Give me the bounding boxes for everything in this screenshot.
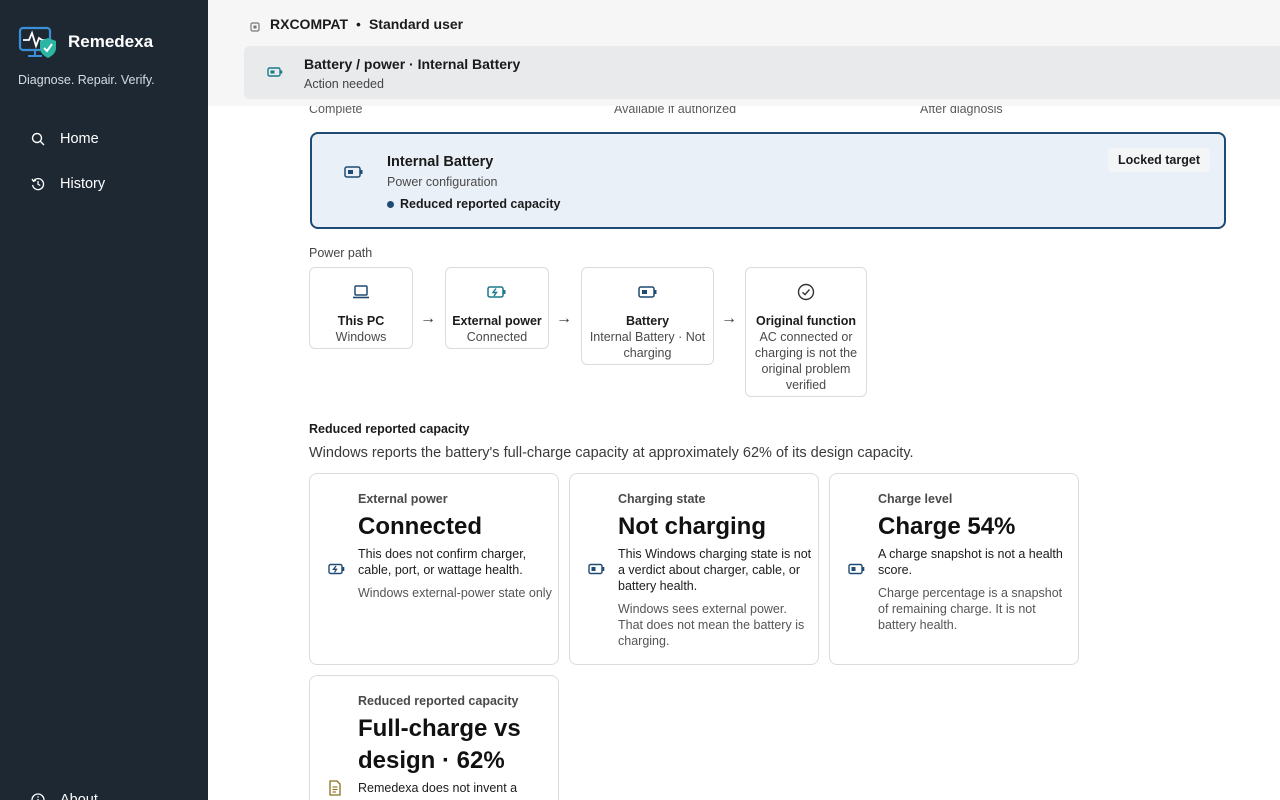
laptop-icon: [310, 280, 412, 304]
battery-icon: [582, 280, 713, 304]
step-status-3: After diagnosis: [920, 106, 1003, 116]
metric-value: Connected: [358, 513, 483, 540]
power-node-title: Original function: [756, 314, 856, 328]
sidebar-item-about[interactable]: About: [18, 782, 194, 800]
target-card[interactable]: Internal Battery Power configuration Red…: [310, 132, 1226, 229]
target-status-label: Reduced reported capacity: [400, 197, 561, 211]
metric-value: Full-charge vs design · 62%: [358, 715, 521, 774]
power-node-original-function[interactable]: Original function AC connected or chargi…: [745, 267, 867, 397]
main-content: Complete Available if authorized After d…: [208, 106, 1280, 800]
metric-description: Remedexa does not invent a: [358, 781, 518, 795]
check-circle-icon: [746, 280, 866, 304]
arrow-right-icon: →: [420, 310, 436, 327]
app-name: Remedexa: [68, 32, 154, 51]
arrow-right-icon: →: [721, 310, 737, 327]
power-node-this-pc[interactable]: This PC Windows: [309, 267, 413, 349]
step-status-2: Available if authorized: [614, 106, 737, 116]
metric-card-reduced-capacity[interactable]: Reduced reported capacity Full-charge vs…: [309, 675, 559, 800]
power-node-sub: Internal Battery · Not charging: [589, 330, 706, 360]
metric-value: Charge 54%: [878, 513, 1016, 540]
capacity-section-title: Reduced reported capacity: [309, 422, 470, 436]
battery-charging-icon: [446, 280, 548, 304]
issue-banner: Battery / power · Internal Battery Actio…: [244, 46, 1280, 99]
metric-label: Charging state: [618, 492, 706, 506]
metric-label: Reduced reported capacity: [358, 694, 519, 708]
power-node-title: External power: [452, 314, 542, 328]
metric-description: This Windows charging state is not a ver…: [618, 547, 812, 593]
metric-description: A charge snapshot is not a health score.: [878, 547, 1063, 577]
status-dot: [387, 200, 394, 208]
banner-title: Battery / power · Internal Battery: [304, 56, 521, 72]
battery-charging-icon: [328, 562, 346, 576]
power-node-title: This PC: [337, 314, 385, 328]
step-status-1: Complete: [309, 106, 363, 116]
locked-target-badge: Locked target: [1108, 148, 1210, 172]
target-status: Reduced reported capacity: [387, 197, 560, 211]
user-role: Standard user: [368, 16, 464, 32]
battery-icon: [267, 65, 283, 83]
metric-card-external-power[interactable]: External power Connected This does not c…: [309, 473, 559, 665]
target-name: Internal Battery: [387, 154, 494, 170]
search-icon: [30, 131, 46, 147]
metric-description: This does not confirm charger, cable, po…: [358, 547, 527, 577]
power-node-sub: Windows: [335, 330, 387, 344]
banner-status: Action needed: [304, 77, 384, 91]
battery-icon: [334, 154, 374, 190]
chip-icon: [250, 19, 260, 32]
machine-name: RXCOMPAT: [270, 16, 349, 32]
metric-label: External power: [358, 492, 448, 506]
arrow-right-icon: →: [556, 310, 572, 327]
battery-icon: [588, 562, 606, 576]
metric-note: Windows external-power state only: [358, 586, 552, 600]
metric-card-charge-level[interactable]: Charge level Charge 54% A charge snapsho…: [829, 473, 1079, 665]
metric-note: Windows sees external power. That does n…: [618, 602, 805, 648]
metric-value: Not charging: [618, 513, 766, 540]
power-node-battery[interactable]: Battery Internal Battery · Not charging: [581, 267, 714, 365]
app-tagline: Diagnose. Repair. Verify.: [18, 73, 155, 87]
capacity-description: Windows reports the battery's full-charg…: [309, 445, 914, 461]
top-bar: RXCOMPAT • Standard user Battery / power…: [208, 0, 1280, 106]
sidebar-item-label: About: [60, 792, 98, 800]
battery-icon: [848, 562, 866, 576]
power-node-sub: AC connected or charging is not the orig…: [754, 330, 858, 392]
brand: Remedexa: [18, 26, 153, 58]
metric-note: Charge percentage is a snapshot of remai…: [878, 586, 1063, 632]
history-icon: [30, 176, 46, 192]
sidebar-item-home[interactable]: Home: [18, 121, 194, 157]
power-node-sub: Connected: [466, 330, 528, 344]
power-path-label: Power path: [309, 246, 373, 260]
target-category: Power configuration: [387, 175, 498, 189]
metric-label: Charge level: [878, 492, 953, 506]
sidebar-item-label: Home: [60, 131, 99, 147]
power-node-external[interactable]: External power Connected: [445, 267, 549, 349]
app-logo-icon: [18, 26, 58, 58]
metric-card-charging-state[interactable]: Charging state Not charging This Windows…: [569, 473, 819, 665]
separator: •: [356, 16, 361, 32]
info-icon: [30, 792, 46, 800]
sidebar: Remedexa Diagnose. Repair. Verify. Home …: [0, 0, 208, 800]
sidebar-item-label: History: [60, 176, 106, 192]
machine-info: RXCOMPAT • Standard user: [250, 16, 463, 32]
sidebar-item-history[interactable]: History: [18, 166, 194, 202]
power-node-title: Battery: [625, 314, 670, 328]
document-icon: [328, 780, 346, 796]
